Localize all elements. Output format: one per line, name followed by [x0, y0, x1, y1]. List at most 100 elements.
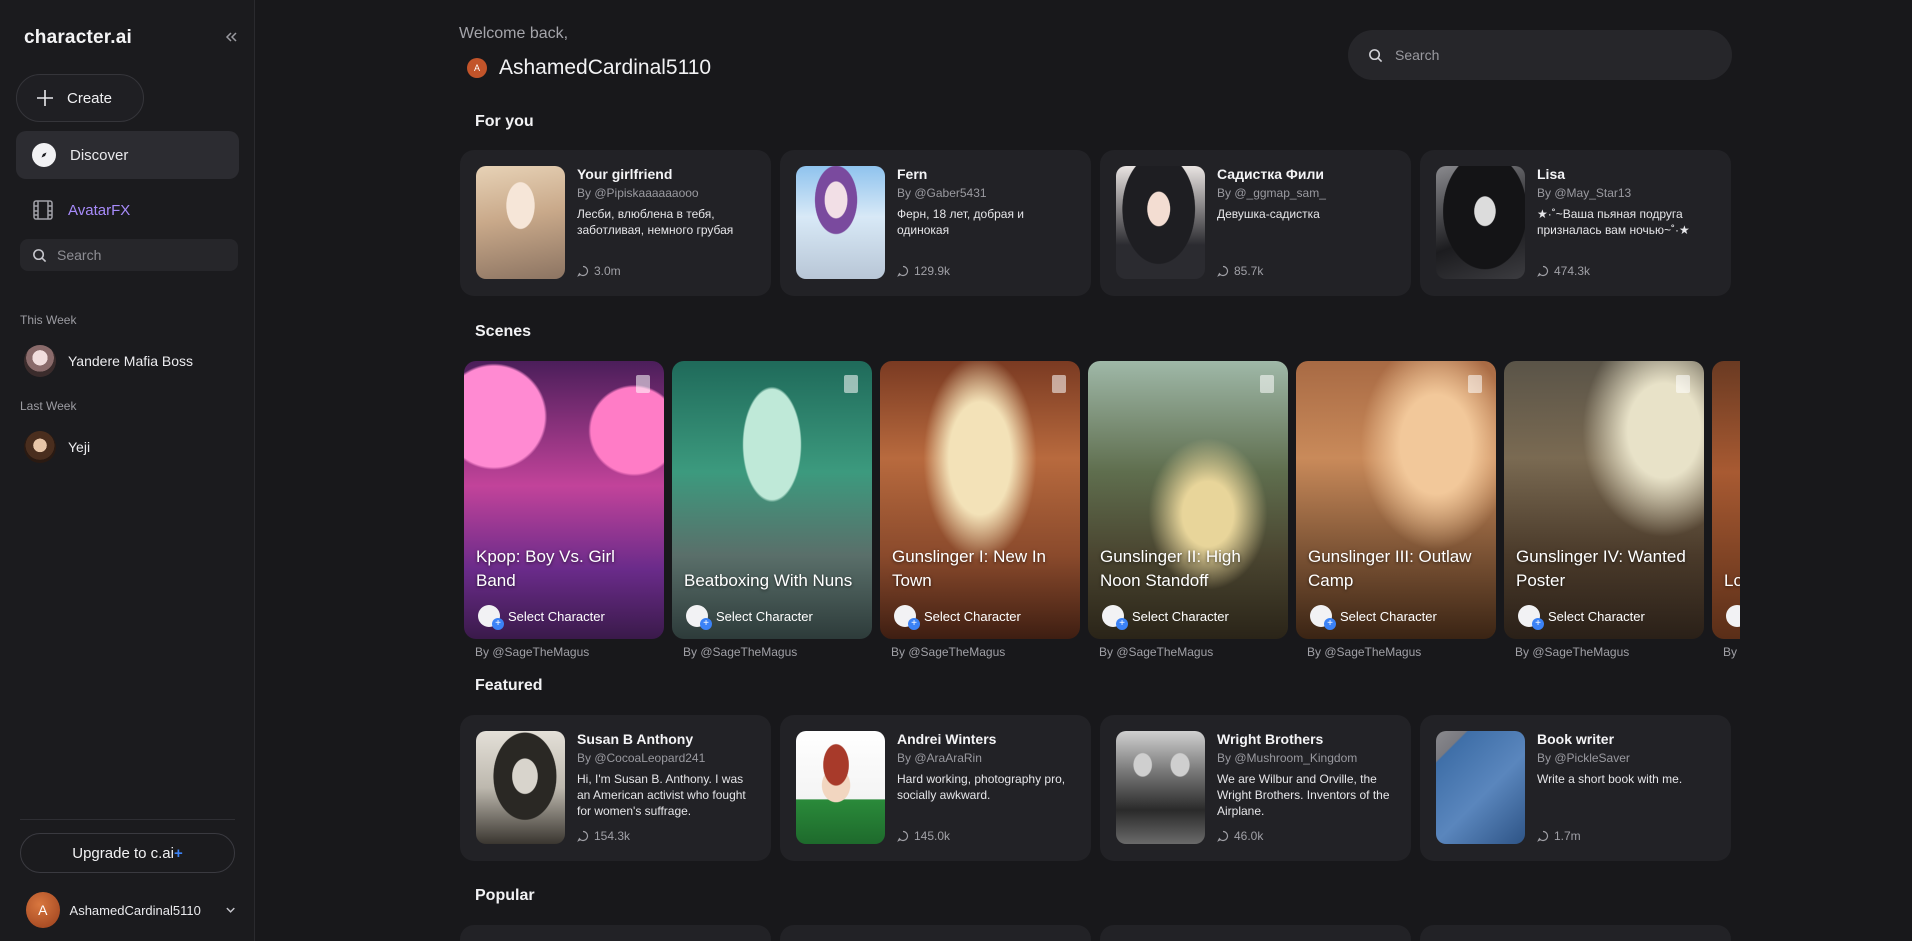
- create-label: Create: [67, 89, 113, 107]
- scene-card[interactable]: Kpop: Boy Vs. Girl Band Select Character…: [464, 361, 664, 659]
- character-image: [796, 166, 885, 279]
- select-character-button[interactable]: [1726, 605, 1740, 627]
- search-icon: [1369, 48, 1383, 62]
- nav-avatarfx[interactable]: AvatarFX: [16, 186, 239, 234]
- section-title-featured: Featured: [475, 677, 543, 694]
- scenes-carousel: Kpop: Boy Vs. Girl Band Select Character…: [464, 361, 1740, 661]
- select-character-button[interactable]: Select Character: [1310, 605, 1437, 630]
- chat-count: 1.7m: [1537, 829, 1581, 843]
- character-author: By @_ggmap_sam_: [1217, 186, 1326, 200]
- chat-bubble-icon: [1217, 830, 1229, 842]
- character-description: ★·˚~Ваша пьяная подруга призналась вам н…: [1537, 207, 1690, 237]
- character-author: By @AraAraRin: [897, 751, 982, 765]
- chat-count: 474.3k: [1537, 264, 1590, 278]
- chat-bubble-icon: [897, 265, 909, 277]
- select-character-button[interactable]: Select Character: [894, 605, 1021, 630]
- main-search-input[interactable]: [1395, 47, 1695, 63]
- character-description: Hard working, photography pro, socially …: [897, 772, 1066, 802]
- scene-image: Gunslinger II: High Noon Standoff Select…: [1088, 361, 1288, 639]
- character-author: By @Mushroom_Kingdom: [1217, 751, 1358, 765]
- scene-author: By @SageTheMagus: [1307, 645, 1422, 659]
- scene-card[interactable]: Gunslinger I: New In Town Select Charact…: [880, 361, 1080, 659]
- character-card[interactable]: Susan B Anthony By @CocoaLeopard241 Hi, …: [460, 715, 771, 861]
- last-week-label: Last Week: [20, 399, 77, 413]
- character-name: Садистка Фили: [1217, 166, 1324, 182]
- character-card[interactable]: Lisa By @May_Star13 ★·˚~Ваша пьяная подр…: [1420, 150, 1731, 296]
- select-character-button[interactable]: Select Character: [478, 605, 605, 630]
- upgrade-button[interactable]: Upgrade to c.ai +: [20, 833, 235, 873]
- select-character-button[interactable]: Select Character: [686, 605, 813, 630]
- chat-bubble-icon: [897, 830, 909, 842]
- scene-card[interactable]: Lo Av By: [1712, 361, 1740, 659]
- character-description: We are Wilbur and Orville, the Wright Br…: [1217, 772, 1390, 818]
- logo[interactable]: character.ai: [24, 27, 132, 49]
- scene-image: Kpop: Boy Vs. Girl Band Select Character: [464, 361, 664, 639]
- user-plus-icon: [1726, 605, 1740, 627]
- character-card[interactable]: Садистка Фили By @_ggmap_sam_ Девушка-са…: [1100, 150, 1411, 296]
- sidebar-search-input[interactable]: [57, 247, 217, 263]
- user-avatar: A: [26, 892, 60, 928]
- character-description: Hi, I'm Susan B. Anthony. I was an Ameri…: [577, 772, 746, 818]
- select-character-button[interactable]: Select Character: [1102, 605, 1229, 630]
- plus-icon: [37, 90, 53, 106]
- scene-author: By @SageTheMagus: [475, 645, 590, 659]
- character-card[interactable]: Fern By @Gaber5431 Ферн, 18 лет, добрая …: [780, 150, 1091, 296]
- nav-discover[interactable]: Discover: [16, 131, 239, 179]
- popular-card[interactable]: [1100, 925, 1411, 941]
- scene-card[interactable]: Beatboxing With Nuns Select Character By…: [672, 361, 872, 659]
- username: AshamedCardinal5110: [499, 56, 712, 79]
- section-title-scenes: Scenes: [475, 323, 532, 340]
- chat-count-value: 1.7m: [1554, 829, 1581, 843]
- popular-card[interactable]: [460, 925, 771, 941]
- bookmark-icon: [1468, 375, 1482, 393]
- user-plus-icon: [478, 605, 504, 630]
- scene-title: Kpop: Boy Vs. Girl Band: [476, 547, 615, 590]
- chat-count-value: 145.0k: [914, 829, 951, 843]
- scene-card[interactable]: Gunslinger III: Outlaw Camp Select Chara…: [1296, 361, 1496, 659]
- select-character-label: Select Character: [716, 608, 813, 624]
- account-menu[interactable]: A AshamedCardinal5110: [26, 892, 236, 928]
- chat-bubble-icon: [577, 265, 589, 277]
- character-card[interactable]: Wright Brothers By @Mushroom_Kingdom We …: [1100, 715, 1411, 861]
- scene-title: Gunslinger II: High Noon Standoff: [1100, 547, 1241, 590]
- select-character-label: Select Character: [1340, 608, 1437, 624]
- chat-count-value: 3.0m: [594, 264, 621, 278]
- select-character-label: Select Character: [924, 608, 1021, 624]
- scene-image: Lo Av: [1712, 361, 1740, 639]
- popular-card[interactable]: [780, 925, 1091, 941]
- avatar: [24, 431, 56, 463]
- scene-card[interactable]: Gunslinger II: High Noon Standoff Select…: [1088, 361, 1288, 659]
- divider: [20, 819, 235, 820]
- bookmark-icon: [1676, 375, 1690, 393]
- this-week-label: This Week: [20, 313, 77, 327]
- character-author: By @CocoaLeopard241: [577, 751, 706, 765]
- nav-avatarfx-label: AvatarFX: [68, 201, 131, 219]
- scene-image: Gunslinger IV: Wanted Poster Select Char…: [1504, 361, 1704, 639]
- greeting-user: A AshamedCardinal5110: [467, 56, 711, 80]
- character-image: [796, 731, 885, 844]
- popular-card[interactable]: [1420, 925, 1731, 941]
- recent-chat-item[interactable]: Yeji: [24, 429, 238, 465]
- character-card[interactable]: Book writer By @PickleSaver Write a shor…: [1420, 715, 1731, 861]
- scene-title: Gunslinger III: Outlaw Camp: [1308, 547, 1472, 590]
- collapse-sidebar-icon[interactable]: [224, 30, 238, 44]
- character-name: Wright Brothers: [1217, 731, 1324, 747]
- create-button[interactable]: Create: [16, 74, 144, 122]
- scene-author: By @SageTheMagus: [1099, 645, 1214, 659]
- chat-count-value: 129.9k: [914, 264, 951, 278]
- select-character-button[interactable]: Select Character: [1518, 605, 1645, 630]
- recent-chat-item[interactable]: Yandere Mafia Boss: [24, 343, 238, 379]
- user-plus-icon: [1518, 605, 1544, 630]
- section-title-popular: Popular: [475, 887, 535, 904]
- character-name: Lisa: [1537, 166, 1566, 182]
- main-search: [1348, 30, 1732, 80]
- scene-card[interactable]: Gunslinger IV: Wanted Poster Select Char…: [1504, 361, 1704, 659]
- character-author: By @Pipiskaaaaaaooo: [577, 186, 699, 200]
- character-name: Susan B Anthony: [577, 731, 694, 747]
- character-name: Book writer: [1537, 731, 1615, 747]
- character-card[interactable]: Your girlfriend By @Pipiskaaaaaaooo Лесб…: [460, 150, 771, 296]
- bookmark-icon: [844, 375, 858, 393]
- select-character-label: Select Character: [1132, 608, 1229, 624]
- user-plus-icon: [894, 605, 920, 630]
- character-card[interactable]: Andrei Winters By @AraAraRin Hard workin…: [780, 715, 1091, 861]
